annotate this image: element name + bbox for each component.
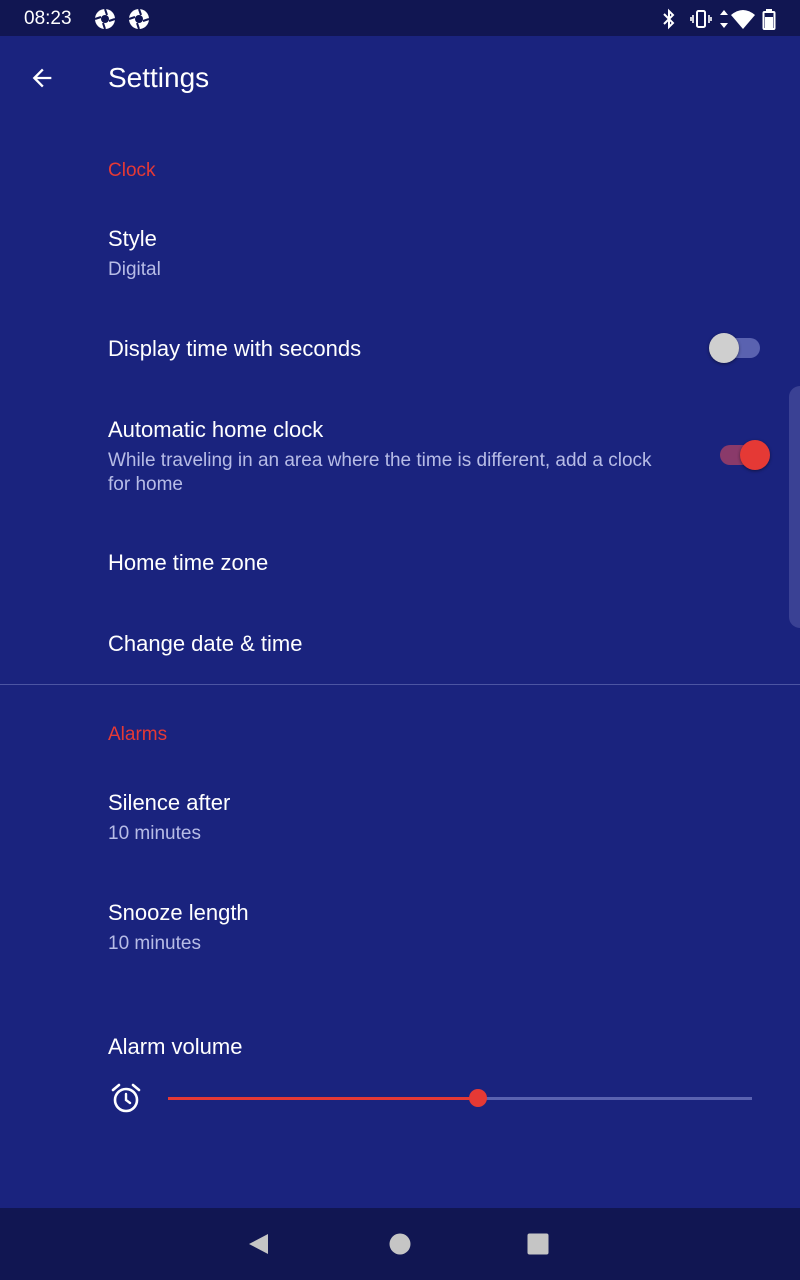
aperture-icon	[94, 8, 116, 35]
pref-style[interactable]: Style Digital	[0, 214, 800, 300]
section-header-clock: Clock	[108, 160, 156, 181]
pref-home-time-zone[interactable]: Home time zone	[0, 530, 800, 598]
pref-alarm-volume-title: Alarm volume	[108, 1034, 243, 1059]
pref-snooze-length-value: 10 minutes	[108, 933, 201, 954]
section-header-alarms: Alarms	[108, 724, 168, 745]
pref-display-seconds-title: Display time with seconds	[108, 336, 362, 361]
arrow-back-icon	[32, 68, 52, 88]
pref-display-seconds[interactable]: Display time with seconds	[0, 310, 800, 386]
wifi-icon	[730, 8, 756, 35]
slider-active-track	[168, 1097, 478, 1100]
back-button[interactable]	[22, 58, 62, 98]
navigation-bar	[0, 1208, 800, 1280]
alarm-clock-icon	[110, 1082, 142, 1119]
recents-square-icon[interactable]	[526, 1232, 550, 1261]
pref-auto-home-clock-summary: While traveling in an area where the tim…	[108, 450, 652, 495]
pref-silence-after-value: 10 minutes	[108, 823, 201, 844]
status-time: 08:23	[24, 8, 72, 29]
pref-snooze-length-title: Snooze length	[108, 900, 249, 925]
aperture-icon	[128, 8, 150, 35]
data-arrows-icon	[718, 8, 730, 35]
slider-inactive-track	[477, 1097, 752, 1100]
battery-icon	[762, 8, 776, 35]
section-divider	[0, 684, 800, 685]
pref-auto-home-clock[interactable]: Automatic home clock While traveling in …	[0, 404, 800, 514]
pref-style-value: Digital	[108, 259, 161, 280]
bluetooth-icon	[660, 8, 678, 35]
home-circle-icon[interactable]	[388, 1232, 412, 1261]
back-triangle-icon[interactable]	[246, 1232, 270, 1261]
edge-panel-handle[interactable]	[789, 386, 800, 628]
switch-thumb	[709, 333, 739, 363]
pref-silence-after[interactable]: Silence after 10 minutes	[0, 778, 800, 864]
pref-silence-after-title: Silence after	[108, 790, 231, 815]
pref-snooze-length[interactable]: Snooze length 10 minutes	[0, 888, 800, 974]
pref-style-title: Style	[108, 226, 157, 251]
switch-thumb	[740, 440, 770, 470]
app-toolbar: Settings	[0, 36, 800, 122]
slider-thumb[interactable]	[468, 1089, 487, 1107]
pref-change-date-time-title: Change date & time	[108, 631, 303, 656]
page-title: Settings	[108, 62, 210, 93]
status-bar: 08:23	[0, 0, 800, 36]
vibrate-icon	[690, 8, 712, 35]
pref-change-date-time[interactable]: Change date & time	[0, 610, 800, 680]
pref-auto-home-clock-title: Automatic home clock	[108, 417, 324, 442]
pref-home-time-zone-title: Home time zone	[108, 550, 269, 575]
